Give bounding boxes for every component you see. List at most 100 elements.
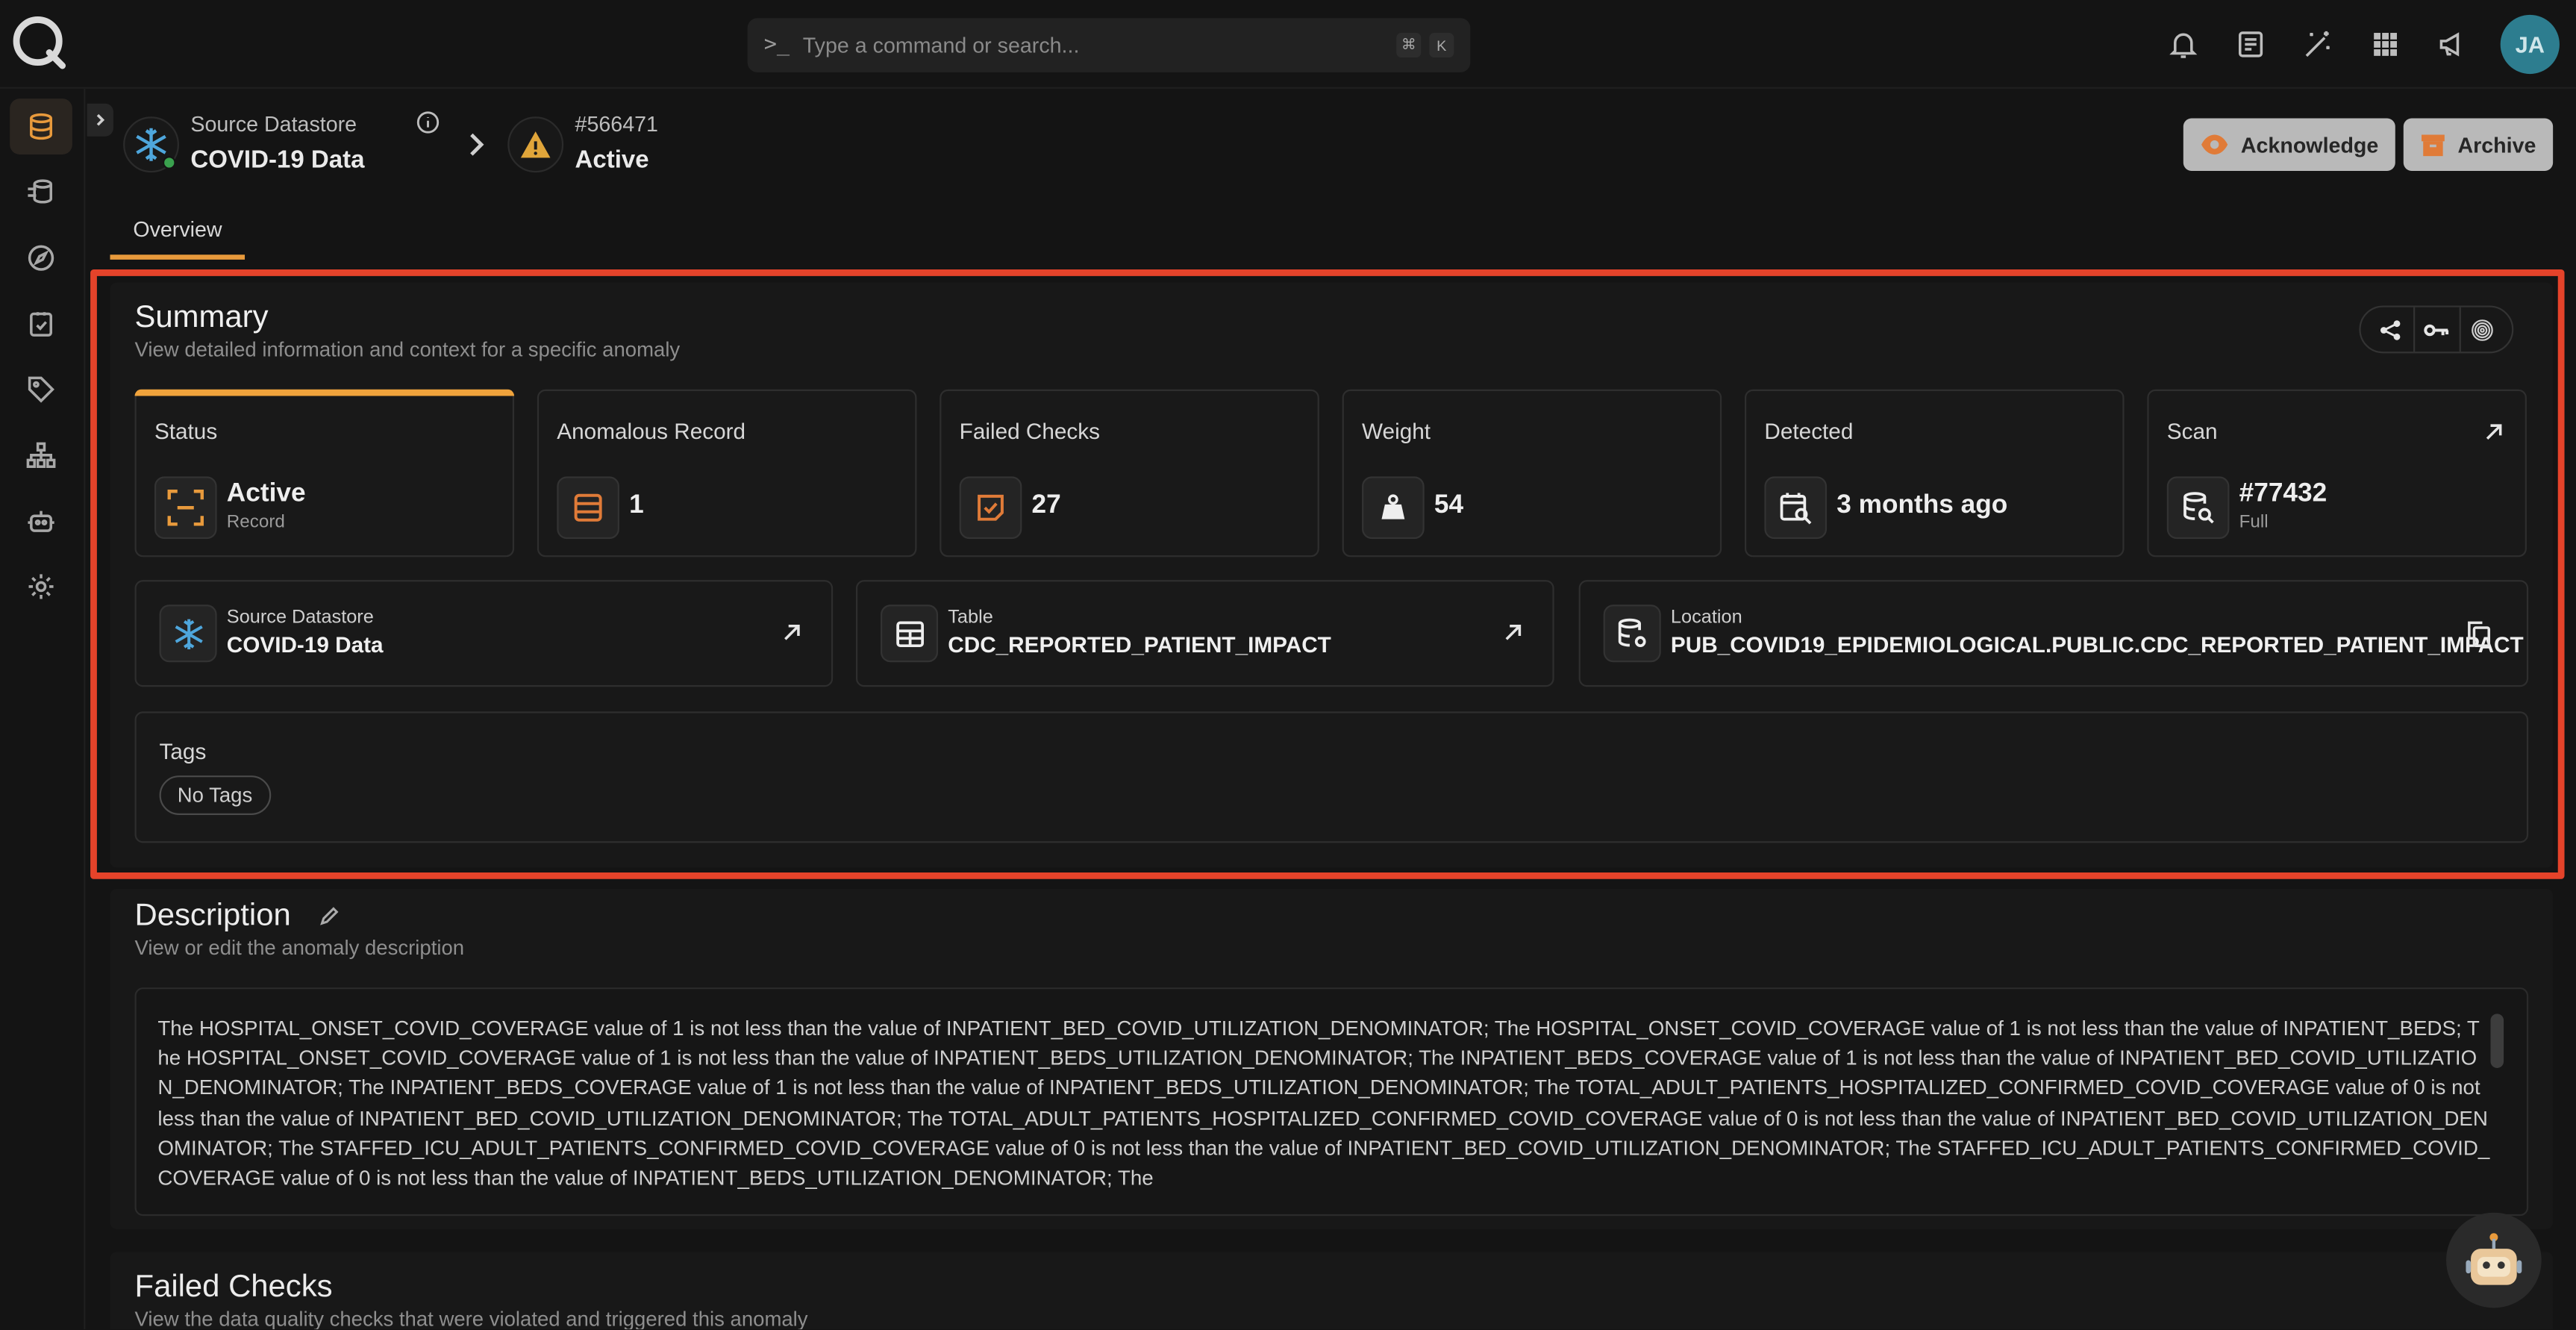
command-search[interactable]: >_ Type a command or search... ⌘ K [747,18,1471,72]
description-subtitle: View or edit the anomaly description [134,936,465,960]
archive-label: Archive [2457,132,2536,157]
terminal-icon: >_ [763,33,790,58]
archive-button[interactable]: Archive [2403,118,2553,171]
summary-title: Summary [134,300,269,336]
database-settings-icon [1603,605,1661,663]
nav-settings-gear-icon[interactable] [10,559,72,615]
failed-card-title: Failed Checks [959,419,1101,444]
source-datastore-card: Source Datastore COVID-19 Data [134,580,834,687]
location-label: Location [1670,608,1742,628]
apps-grid-icon[interactable] [2366,25,2405,64]
fingerprint-icon[interactable] [2459,307,2506,352]
edit-pencil-icon[interactable] [319,905,340,935]
nav-hierarchy-icon[interactable] [10,427,72,483]
acknowledge-label: Acknowledge [2240,132,2379,157]
failed-card-value: 27 [1031,491,1061,519]
breadcrumb-datastore-label: Source Datastore [190,111,357,137]
anomaly-id: #566471 [575,111,658,137]
location-value: PUB_COVID19_EPIDEMIOLOGICAL.PUBLIC.CDC_R… [1670,632,2524,658]
sidebar-expand-chevron-icon[interactable] [87,103,113,137]
eye-icon [2201,134,2228,154]
detected-card: Detected 3 months ago [1744,389,2125,558]
status-card: Status Active Record [134,389,515,558]
source-open-arrow-icon[interactable] [782,621,801,651]
archive-box-icon [2422,134,2445,157]
no-tags-chip[interactable]: No Tags [159,775,271,815]
share-icon[interactable] [2367,307,2413,352]
source-datastore-label: Source Datastore [226,608,374,628]
table-icon [881,605,939,663]
user-avatar[interactable]: JA [2500,14,2560,75]
breadcrumb-chevron-right-icon [463,130,490,168]
scan-card-sub: Full [2239,512,2269,533]
search-placeholder: Type a command or search... [802,33,1080,58]
weight-card: Weight 54 [1342,389,1722,558]
scan-card: Scan #77432 Full [2147,389,2527,558]
assistant-robot-icon[interactable] [2446,1212,2542,1308]
description-text: The HOSPITAL_ONSET_COVID_COVERAGE value … [157,1017,2490,1190]
snowflake-datastore-icon [123,116,179,173]
scan-card-value[interactable]: #77432 [2239,480,2328,510]
tab-bar: Overview [110,204,246,263]
scan-frame-icon [154,476,217,540]
table-open-arrow-icon[interactable] [1503,621,1522,651]
rows-icon [557,476,619,540]
shortcut-k-key: K [1429,33,1454,58]
check-note-icon [959,476,1022,540]
shortcut-cmd-key: ⌘ [1396,33,1422,58]
bell-icon[interactable] [2163,25,2203,64]
summary-subtitle: View detailed information and context fo… [134,338,681,362]
nav-checks-icon[interactable] [10,296,72,352]
table-card: Table CDC_REPORTED_PATIENT_IMPACT [855,580,1554,687]
status-card-value: Active [226,479,306,508]
warning-anomaly-icon [507,116,564,173]
status-card-title: Status [154,419,218,444]
calendar-search-icon [1764,476,1828,540]
snowflake-icon [159,605,217,663]
database-search-icon [2166,476,2230,540]
tags-box: Tags No Tags [134,711,2529,843]
key-icon[interactable] [2413,307,2460,352]
document-icon[interactable] [2231,25,2271,64]
location-card: Location PUB_COVID19_EPIDEMIOLOGICAL.PUB… [1578,580,2529,687]
nav-datastores-icon[interactable] [10,99,72,154]
table-label: Table [948,608,993,628]
detected-card-title: Detected [1764,419,1854,444]
anomalous-card-value: 1 [629,491,644,519]
weight-icon [1362,476,1425,540]
nav-robot-icon[interactable] [10,493,72,549]
top-bar: >_ Type a command or search... ⌘ K JA [0,0,2576,89]
summary-actions [2359,305,2514,354]
tags-title: Tags [159,739,207,764]
anomalous-card-title: Anomalous Record [557,419,746,444]
anomalous-record-card: Anomalous Record 1 [537,389,917,558]
status-accent-bar [134,389,515,396]
copy-icon[interactable] [2468,621,2491,655]
description-title: Description [134,899,291,934]
failed-checks-card: Failed Checks 27 [940,389,1319,558]
app-logo-icon[interactable] [10,13,69,72]
breadcrumb-datastore-name[interactable]: COVID-19 Data [190,146,364,174]
scan-card-title: Scan [2166,419,2218,444]
detected-card-value: 3 months ago [1836,491,2008,519]
left-navigation [0,88,86,1330]
nav-explore-data-icon[interactable] [10,164,72,220]
tab-overview[interactable]: Overview [110,204,246,260]
nav-tags-icon[interactable] [10,361,72,417]
nav-compass-icon[interactable] [10,230,72,286]
failed-checks-subtitle: View the data quality checks that were v… [134,1308,808,1330]
description-textbox[interactable]: The HOSPITAL_ONSET_COVID_COVERAGE value … [134,987,2529,1217]
description-scrollbar[interactable] [2490,1014,2504,1068]
status-card-sub: Record [226,512,285,533]
magic-wand-icon[interactable] [2298,25,2338,64]
megaphone-icon[interactable] [2433,25,2472,64]
scan-open-arrow-icon[interactable] [2484,421,2504,451]
info-icon[interactable] [416,110,440,143]
failed-checks-title: Failed Checks [134,1270,333,1305]
source-datastore-value: COVID-19 Data [226,632,384,658]
acknowledge-button[interactable]: Acknowledge [2183,118,2395,171]
anomaly-status: Active [575,146,649,175]
weight-card-value: 54 [1434,491,1464,519]
table-value: CDC_REPORTED_PATIENT_IMPACT [948,632,1331,658]
weight-card-title: Weight [1362,419,1431,444]
